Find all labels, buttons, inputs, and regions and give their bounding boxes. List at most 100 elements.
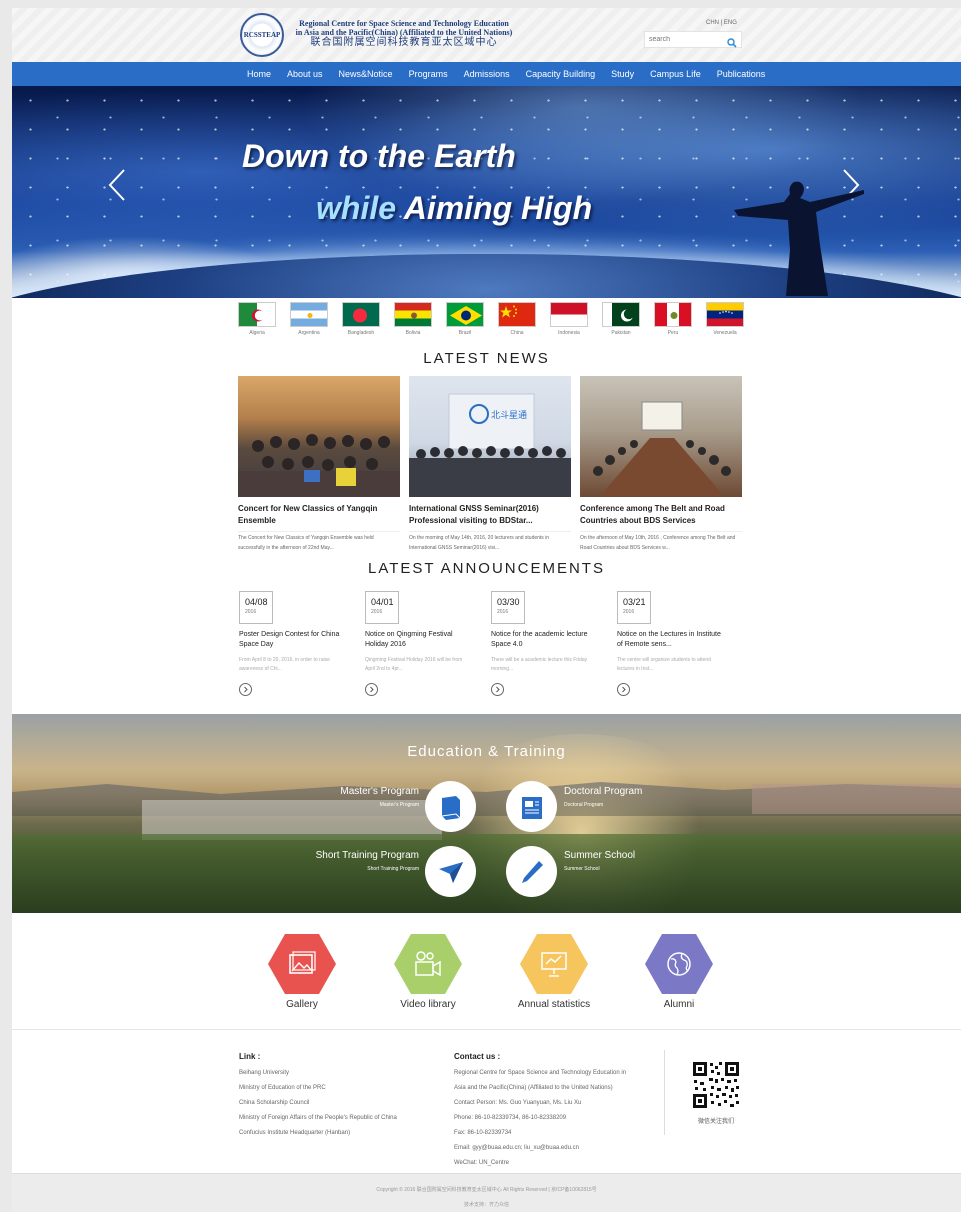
- short-training-program-link[interactable]: Short Training Program Short Training Pr…: [316, 850, 419, 872]
- contact-line: Phone: 86-10-82339734, 86-10-82338209: [454, 1115, 567, 1121]
- nav-item-campus-life[interactable]: Campus Life: [650, 62, 701, 86]
- page: RCSSTEAP Regional Centre for Space Scien…: [12, 8, 961, 1212]
- news-title[interactable]: Concert for New Classics of Yangqin Ense…: [238, 503, 400, 527]
- nav-item-news-notice[interactable]: News&Notice: [339, 62, 393, 86]
- flag-venezuela[interactable]: Venezuela: [706, 302, 744, 336]
- announcement-year: 2016: [245, 609, 257, 615]
- footer-link[interactable]: Beihang University: [239, 1066, 397, 1081]
- announcement-year: 2016: [371, 609, 383, 615]
- search-icon[interactable]: [727, 35, 737, 48]
- document-icon[interactable]: [506, 781, 557, 832]
- search-input[interactable]: [649, 36, 727, 43]
- announcement-title[interactable]: Notice for the academic lecture Space 4.…: [491, 630, 599, 650]
- announcement-item: 04/08 2016 Poster Design Contest for Chi…: [239, 591, 347, 696]
- nav-item-capacity-building[interactable]: Capacity Building: [526, 62, 596, 86]
- pen-icon[interactable]: [506, 846, 557, 897]
- org-name-line2: in Asia and the Pacific(China) (Affiliat…: [295, 28, 513, 37]
- education-training-section: Education & Training Master's Program Ma…: [12, 714, 961, 913]
- program-subtitle: Doctoral Program: [564, 802, 604, 808]
- news-photo-concert: [238, 376, 400, 497]
- annual-statistics-link[interactable]: Annual statistics: [509, 934, 599, 1010]
- gallery-link[interactable]: Gallery: [257, 934, 347, 1010]
- book-icon[interactable]: [425, 781, 476, 832]
- doctoral-program-link[interactable]: Doctoral Program Doctoral Program: [564, 786, 642, 808]
- flag-bangladesh[interactable]: Bangladesh: [342, 302, 380, 336]
- announcement-date: 04/08 2016: [239, 591, 273, 624]
- flag-argentina[interactable]: Argentina: [290, 302, 328, 336]
- tech-support-text[interactable]: 技术支持：齐力众信: [12, 1201, 961, 1208]
- nav-item-home[interactable]: Home: [247, 62, 271, 86]
- latest-announcements-title: LATEST ANNOUNCEMENTS: [368, 560, 605, 577]
- nav-item-study[interactable]: Study: [611, 62, 634, 86]
- nav-item-publications[interactable]: Publications: [717, 62, 766, 86]
- contact-line: Contact Person: Ms. Guo Yuanyuan, Ms. Li…: [454, 1100, 582, 1106]
- flag-label: Peru: [667, 330, 679, 336]
- silhouette-figure-image: [734, 181, 864, 296]
- flag-indonesia[interactable]: Indonesia: [550, 302, 588, 336]
- footer-separator: [664, 1050, 665, 1135]
- flag-label: Venezuela: [713, 330, 737, 336]
- footer-link[interactable]: China Scholarship Council: [239, 1096, 397, 1111]
- more-arrow-icon[interactable]: [239, 683, 252, 696]
- more-arrow-icon[interactable]: [491, 683, 504, 696]
- banner-word-while: while: [316, 190, 397, 226]
- announcement-title[interactable]: Notice on Qingming Festival Holiday 2016: [365, 630, 473, 650]
- flag-bolivia[interactable]: Bolivia: [394, 302, 432, 336]
- news-summary: The Concert for New Classics of Yangqin …: [238, 531, 400, 551]
- program-subtitle: Short Training Program: [367, 866, 419, 872]
- nav-item-admissions[interactable]: Admissions: [464, 62, 510, 86]
- announcement-day: 04/08: [245, 597, 268, 607]
- flag-label: Bangladesh: [347, 330, 375, 336]
- flag-brazil[interactable]: Brazil: [446, 302, 484, 336]
- news-title[interactable]: Conference among The Belt and Road Count…: [580, 503, 742, 527]
- flag-label: Argentina: [298, 330, 320, 336]
- news-summary: On the morning of May 14th, 2016, 20 lec…: [409, 531, 571, 551]
- footer-link[interactable]: Confucius Institute Headquarter (Hanban): [239, 1126, 397, 1141]
- news-photo-conference: [580, 376, 742, 497]
- header: RCSSTEAP Regional Centre for Space Scien…: [12, 8, 961, 62]
- announcement-item: 03/21 2016 Notice on the Lectures in Ins…: [617, 591, 725, 696]
- masters-program-link[interactable]: Master's Program Master's Program: [340, 786, 419, 808]
- video-library-link[interactable]: Video library: [383, 934, 473, 1010]
- paper-plane-icon[interactable]: [425, 846, 476, 897]
- news-card[interactable]: Conference among The Belt and Road Count…: [580, 376, 742, 551]
- globe-icon: [645, 934, 713, 994]
- announcement-summary: The centre will organize students to att…: [617, 657, 711, 672]
- program-name: Doctoral Program: [564, 786, 643, 797]
- banner-headline-line2: while Aiming High: [316, 190, 592, 227]
- news-card[interactable]: Concert for New Classics of Yangqin Ense…: [238, 376, 400, 551]
- logo[interactable]: RCSSTEAP: [240, 13, 284, 57]
- alumni-link[interactable]: Alumni: [634, 934, 724, 1010]
- news-card[interactable]: 北斗星通 International GNSS Seminar(2016) Pr…: [409, 376, 571, 551]
- announcement-year: 2016: [623, 609, 635, 615]
- language-switch[interactable]: CHN | ENG: [706, 20, 737, 26]
- announcement-item: 04/01 2016 Notice on Qingming Festival H…: [365, 591, 473, 696]
- partner-country-flags: Algeria Argentina Bangladesh Bolivia Bra…: [238, 302, 746, 338]
- footer-contact: Contact us : Regional Centre for Space S…: [454, 1052, 626, 1171]
- nav-item-about-us[interactable]: About us: [287, 62, 323, 86]
- footer-link[interactable]: Ministry of Foreign Affairs of the Peopl…: [239, 1111, 397, 1126]
- carousel-prev-arrow-icon[interactable]: [106, 168, 128, 202]
- footer-links-title: Link :: [239, 1052, 261, 1061]
- search-box: [644, 31, 742, 48]
- contact-line: WeChat: UN_Centre: [454, 1160, 509, 1166]
- nav-item-programs[interactable]: Programs: [409, 62, 448, 86]
- announcement-summary: Qingming Festival Holiday 2016 will be f…: [365, 657, 463, 672]
- wechat-qr-code: [691, 1060, 741, 1110]
- announcement-title[interactable]: Poster Design Contest for China Space Da…: [239, 630, 347, 650]
- flag-pakistan[interactable]: Pakistan: [602, 302, 640, 336]
- footer-link[interactable]: Ministry of Education of the PRC: [239, 1081, 397, 1096]
- flag-peru[interactable]: Peru: [654, 302, 692, 336]
- picture-icon: [268, 934, 336, 994]
- contact-line: Asia and the Pacific(China) (Affiliated …: [454, 1085, 613, 1091]
- flag-china[interactable]: China: [498, 302, 536, 336]
- program-name: Summer School: [564, 850, 636, 861]
- summer-school-link[interactable]: Summer School Summer School: [564, 850, 635, 872]
- announcement-date: 03/21 2016: [617, 591, 651, 624]
- flag-algeria[interactable]: Algeria: [238, 302, 276, 336]
- presentation-chart-icon: [520, 934, 588, 994]
- more-arrow-icon[interactable]: [617, 683, 630, 696]
- more-arrow-icon[interactable]: [365, 683, 378, 696]
- announcement-title[interactable]: Notice on the Lectures in Institute of R…: [617, 630, 725, 650]
- news-title[interactable]: International GNSS Seminar(2016) Profess…: [409, 503, 571, 527]
